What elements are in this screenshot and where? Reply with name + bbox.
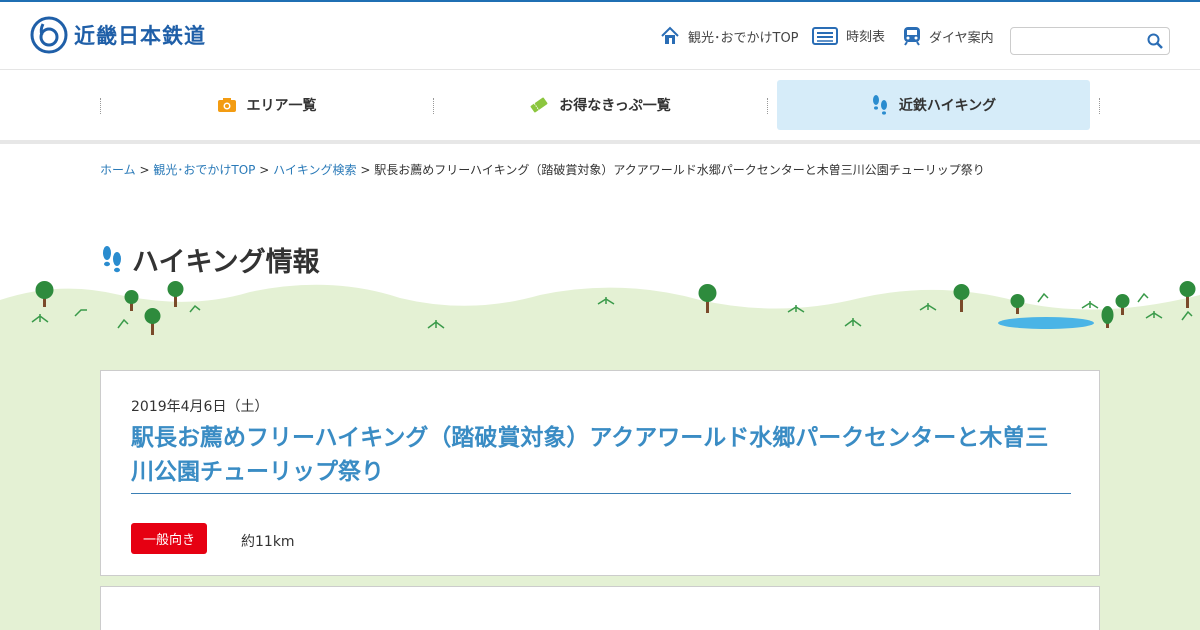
search-box <box>1010 27 1170 55</box>
nav-separator <box>767 98 768 114</box>
breadcrumb: ホーム > 観光･おでかけTOP > ハイキング検索 > 駅長お薦めフリーハイキ… <box>100 161 985 178</box>
nav-item-area-list-label: エリア一覧 <box>246 98 317 114</box>
link-sightseeing-top-label: 観光･おでかけTOP <box>688 30 799 46</box>
breadcrumb-link-home[interactable]: ホーム <box>100 163 136 177</box>
main-nav: エリア一覧 お得なきっぷ一覧 近鉄ハイキング <box>100 70 1100 144</box>
breadcrumb-current: 駅長お薦めフリーハイキング（踏破賞対象）アクアワールド水郷パークセンターと木曽三… <box>374 163 985 177</box>
footprints-icon <box>872 95 887 115</box>
link-sightseeing-top[interactable]: 観光･おでかけTOP <box>660 26 799 46</box>
search-input[interactable] <box>1011 28 1141 54</box>
ticket-icon <box>530 97 548 113</box>
link-timetable-label: 時刻表 <box>846 30 886 45</box>
camera-icon <box>217 98 236 112</box>
nav-item-hiking-label: 近鉄ハイキング <box>898 98 997 114</box>
level-badge: 一般向き <box>131 523 207 554</box>
kintetsu-logo-icon <box>30 16 68 54</box>
train-icon <box>904 27 920 46</box>
nav-base-line <box>0 140 1200 144</box>
logo-text: 近畿日本鉄道 <box>74 24 206 48</box>
event-detail-card <box>100 586 1100 630</box>
event-distance: 約11km <box>241 534 295 550</box>
link-timetable[interactable]: 時刻表 <box>812 26 885 45</box>
nav-item-tickets[interactable]: お得なきっぷ一覧 <box>433 80 767 130</box>
breadcrumb-separator: > <box>139 163 150 177</box>
pond-icon <box>998 317 1094 329</box>
event-date: 2019年4月6日（土） <box>131 399 269 415</box>
kintetsu-logo[interactable]: 近畿日本鉄道 <box>30 16 206 54</box>
footprints-icon <box>103 245 121 272</box>
nav-item-tickets-label: お得なきっぷ一覧 <box>559 98 671 114</box>
link-train-route-label: ダイヤ案内 <box>929 30 994 46</box>
page-heading-text: ハイキング情報 <box>132 247 320 278</box>
event-title: 駅長お薦めフリーハイキング（踏破賞対象）アクアワールド水郷パークセンターと木曽三… <box>131 421 1071 494</box>
event-card: 2019年4月6日（土） 駅長お薦めフリーハイキング（踏破賞対象）アクアワールド… <box>100 370 1100 576</box>
timetable-icon <box>812 26 838 45</box>
page-heading: ハイキング情報 <box>100 240 320 279</box>
nav-item-area-list[interactable]: エリア一覧 <box>100 80 433 130</box>
site-header: 近畿日本鉄道 観光･おでかけTOP 時刻表 ダイヤ案内 <box>0 2 1200 70</box>
breadcrumb-link-hiking-search[interactable]: ハイキング検索 <box>273 163 356 177</box>
breadcrumb-separator: > <box>360 163 371 177</box>
home-icon <box>661 26 679 44</box>
breadcrumb-separator: > <box>259 163 270 177</box>
search-icon[interactable] <box>1147 33 1163 53</box>
breadcrumb-link-sightseeing-top[interactable]: 観光･おでかけTOP <box>153 163 255 177</box>
nav-separator <box>1099 98 1100 114</box>
link-train-route[interactable]: ダイヤ案内 <box>903 26 994 46</box>
nav-item-hiking[interactable]: 近鉄ハイキング <box>777 80 1090 130</box>
